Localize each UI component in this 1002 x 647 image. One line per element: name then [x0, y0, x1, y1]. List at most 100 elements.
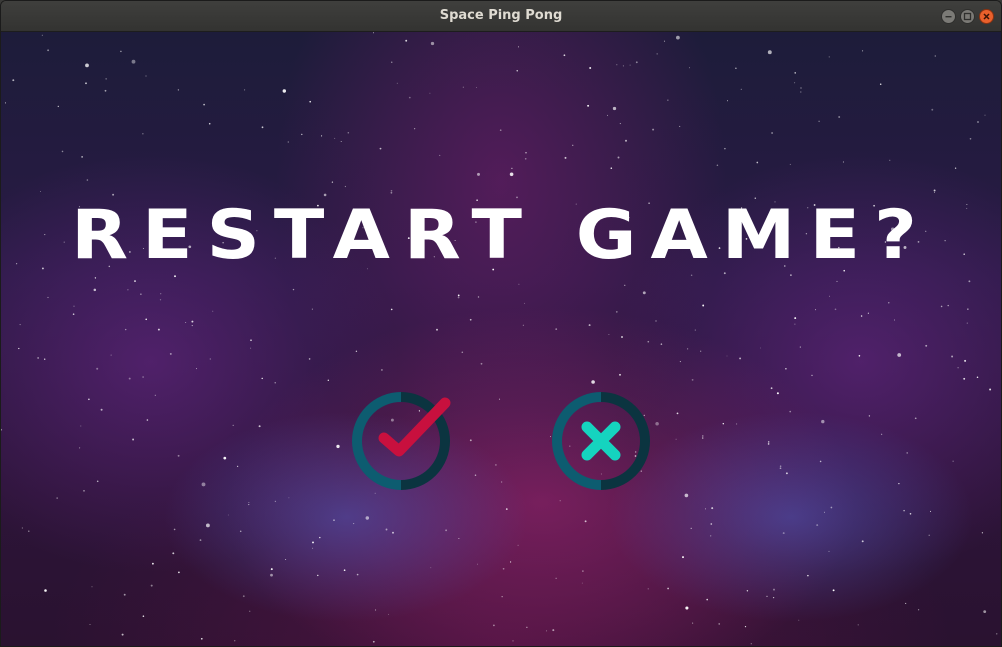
star [689, 67, 690, 69]
star [123, 593, 126, 596]
star [373, 32, 374, 34]
star [94, 277, 97, 279]
star [977, 121, 979, 123]
star [173, 528, 176, 531]
star [917, 609, 920, 611]
star [209, 358, 211, 360]
star [146, 419, 149, 421]
star [789, 163, 791, 165]
star [667, 587, 669, 590]
star [270, 568, 273, 571]
star [969, 137, 972, 140]
star [736, 423, 738, 425]
star [439, 154, 441, 156]
cancel-restart-button[interactable] [551, 391, 651, 491]
star [740, 88, 742, 90]
star [242, 595, 245, 598]
star [40, 191, 41, 193]
star [862, 50, 864, 52]
star [250, 347, 252, 349]
game-window: Space Ping Pong RESTART GAME? [0, 0, 1002, 647]
star [785, 472, 788, 475]
star [682, 556, 684, 559]
star [127, 289, 129, 291]
star [767, 441, 770, 443]
star [968, 280, 971, 283]
star [881, 433, 883, 435]
star [691, 378, 694, 381]
star [981, 532, 984, 534]
star [347, 131, 350, 134]
star [89, 624, 91, 626]
star [983, 610, 987, 614]
star [776, 392, 779, 395]
star [91, 586, 93, 588]
star [457, 296, 460, 299]
star [692, 622, 694, 624]
star [821, 419, 825, 424]
star [834, 308, 837, 311]
star [563, 54, 566, 57]
star [495, 464, 497, 466]
star [655, 421, 659, 426]
star [525, 152, 527, 154]
star [282, 89, 287, 93]
star [61, 150, 64, 153]
star [954, 167, 957, 169]
confirm-restart-button[interactable] [351, 391, 451, 491]
star [145, 318, 147, 321]
star [445, 529, 448, 532]
star [199, 539, 202, 541]
star [957, 367, 959, 369]
star [248, 502, 250, 504]
star [287, 141, 289, 143]
star [12, 79, 15, 82]
star [836, 280, 838, 282]
star [390, 308, 393, 311]
star [232, 424, 234, 427]
star [860, 315, 863, 317]
star [526, 626, 528, 628]
star [195, 368, 198, 370]
close-button[interactable] [979, 9, 994, 24]
star [679, 361, 681, 363]
star [499, 129, 502, 132]
maximize-button[interactable] [960, 9, 975, 24]
star [83, 490, 85, 492]
star [660, 343, 663, 345]
star [239, 530, 242, 533]
star [800, 91, 802, 93]
star [73, 305, 75, 307]
star [169, 352, 172, 355]
star [588, 324, 591, 327]
star [702, 435, 704, 437]
star [121, 633, 124, 636]
star [744, 626, 747, 628]
star [522, 324, 524, 326]
star [159, 299, 162, 301]
star [996, 633, 998, 635]
star [511, 167, 513, 170]
star [679, 125, 681, 127]
star [274, 500, 277, 503]
minimize-button[interactable] [941, 9, 956, 24]
star [44, 358, 46, 360]
star [798, 619, 800, 621]
star [647, 340, 650, 343]
star [773, 588, 775, 591]
star [928, 534, 930, 536]
star [343, 569, 346, 572]
star [647, 588, 649, 590]
title-bar[interactable]: Space Ping Pong [1, 1, 1001, 32]
star [512, 640, 514, 642]
star [779, 465, 782, 467]
star [477, 172, 480, 176]
star [914, 417, 917, 420]
star [552, 629, 555, 632]
star [770, 387, 773, 390]
star [145, 75, 147, 77]
star [436, 328, 438, 331]
star [334, 137, 336, 139]
star [379, 147, 382, 150]
star [828, 56, 830, 58]
